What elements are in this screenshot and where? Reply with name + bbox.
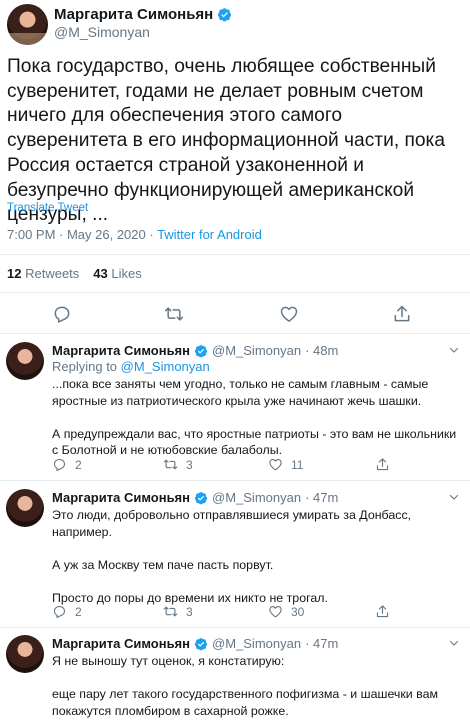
translate-tweet-link[interactable]: Translate Tweet xyxy=(7,202,88,214)
retweets-stat[interactable]: 12 Retweets xyxy=(7,266,79,281)
tweet-timestamp[interactable]: · 48m xyxy=(305,343,338,358)
reply-header: Маргарита Симоньян @M_Simonyan · 47m xyxy=(52,490,338,505)
reply-icon xyxy=(52,604,67,619)
divider xyxy=(0,292,470,293)
tweet-actions: 2 3 11 xyxy=(0,457,470,473)
reply-icon xyxy=(52,457,67,472)
tweet-timestamp[interactable]: · 47m xyxy=(305,636,338,651)
tweet-timestamp[interactable]: 7:00 PM · May 26, 2020 · xyxy=(7,227,157,242)
reply-tweet[interactable]: Маргарита Симоньян @M_Simonyan · 47m Я н… xyxy=(0,635,470,727)
divider xyxy=(0,627,470,628)
like-icon xyxy=(268,457,283,472)
retweets-label: Retweets xyxy=(25,266,80,281)
verified-badge-icon xyxy=(217,7,232,22)
replying-to-label: Replying to xyxy=(52,359,118,374)
author-name-row[interactable]: Маргарита Симоньян xyxy=(54,6,232,23)
tweet-text: ...пока все заняты чем угодно, только не… xyxy=(52,376,462,459)
reply-icon[interactable] xyxy=(52,304,72,324)
avatar[interactable] xyxy=(7,4,48,45)
author-handle[interactable]: @M_Simonyan xyxy=(212,490,301,505)
author-handle[interactable]: @M_Simonyan xyxy=(212,343,301,358)
tweet-paragraph: Это люди, добровольно отправлявшиеся уми… xyxy=(52,508,412,539)
retweet-count: 3 xyxy=(186,604,193,619)
verified-badge-icon xyxy=(194,491,208,505)
tweet-paragraph: еще пару лет такого государственного поф… xyxy=(52,687,439,718)
chevron-down-icon[interactable] xyxy=(448,637,460,649)
avatar[interactable] xyxy=(6,342,44,380)
tweet-timestamp[interactable]: · 47m xyxy=(305,490,338,505)
divider xyxy=(0,480,470,481)
tweet-paragraph: ...пока все заняты чем угодно, только не… xyxy=(52,377,429,408)
reply-tweet[interactable]: Маргарита Симоньян @M_Simonyan · 47m Это… xyxy=(0,489,470,624)
tweet-paragraph: А предупреждали вас, что яростные патрио… xyxy=(52,426,457,458)
chevron-down-icon[interactable] xyxy=(448,491,460,503)
author-handle[interactable]: @M_Simonyan xyxy=(212,636,301,651)
reply-action[interactable]: 2 xyxy=(52,457,82,472)
like-count: 30 xyxy=(291,604,305,619)
tweet-paragraph: Я не выношу тут оценок, я констатирую: xyxy=(52,654,285,668)
tweet-actions: 2 3 30 xyxy=(0,604,470,620)
share-action[interactable] xyxy=(375,457,390,472)
retweets-count: 12 xyxy=(7,266,22,281)
reply-tweet[interactable]: Маргарита Симоньян @M_Simonyan · 48m Rep… xyxy=(0,342,470,477)
tweet-paragraph: А уж за Москву тем паче пасть порвут. xyxy=(52,557,274,572)
replying-to: Replying to @M_Simonyan xyxy=(52,359,210,374)
share-icon xyxy=(375,604,390,619)
retweet-count: 3 xyxy=(186,457,193,472)
like-action[interactable]: 30 xyxy=(268,604,304,619)
author-name[interactable]: Маргарита Симоньян xyxy=(52,636,190,651)
share-icon xyxy=(375,457,390,472)
reply-count: 2 xyxy=(75,457,82,472)
like-icon xyxy=(268,604,283,619)
author-name[interactable]: Маргарита Симоньян xyxy=(54,6,213,23)
verified-badge-icon xyxy=(194,344,208,358)
verified-badge-icon xyxy=(194,637,208,651)
retweet-action[interactable]: 3 xyxy=(163,604,193,619)
share-icon[interactable] xyxy=(392,304,412,324)
retweet-icon[interactable] xyxy=(164,304,184,324)
reply-action[interactable]: 2 xyxy=(52,604,82,619)
avatar[interactable] xyxy=(6,635,44,673)
tweet-stats: 12 Retweets 43 Likes xyxy=(7,266,142,281)
like-action[interactable]: 11 xyxy=(268,457,303,472)
like-count: 11 xyxy=(291,457,304,472)
reply-header: Маргарита Симоньян @M_Simonyan · 48m xyxy=(52,343,338,358)
retweet-action[interactable]: 3 xyxy=(163,457,193,472)
replying-to-handle[interactable]: @M_Simonyan xyxy=(121,359,210,374)
retweet-icon xyxy=(163,457,178,472)
tweet-meta: 7:00 PM · May 26, 2020 · Twitter for And… xyxy=(7,227,262,242)
divider xyxy=(0,254,470,255)
likes-count: 43 xyxy=(93,266,108,281)
tweet-text: Это люди, добровольно отправлявшиеся уми… xyxy=(52,507,462,606)
share-action[interactable] xyxy=(375,604,390,619)
retweet-icon xyxy=(163,604,178,619)
main-tweet-actions xyxy=(0,304,470,326)
tweet-text: Я не выношу тут оценок, я констатирую: е… xyxy=(52,653,462,719)
like-icon[interactable] xyxy=(279,304,299,324)
author-name[interactable]: Маргарита Симоньян xyxy=(52,490,190,505)
divider xyxy=(0,333,470,334)
reply-count: 2 xyxy=(75,604,82,619)
likes-stat[interactable]: 43 Likes xyxy=(93,266,141,281)
author-handle[interactable]: @M_Simonyan xyxy=(54,24,150,40)
chevron-down-icon[interactable] xyxy=(448,344,460,356)
author-name[interactable]: Маргарита Симоньян xyxy=(52,343,190,358)
likes-label: Likes xyxy=(111,266,142,281)
reply-header: Маргарита Симоньян @M_Simonyan · 47m xyxy=(52,636,338,651)
tweet-source-app[interactable]: Twitter for Android xyxy=(157,227,262,242)
avatar[interactable] xyxy=(6,489,44,527)
